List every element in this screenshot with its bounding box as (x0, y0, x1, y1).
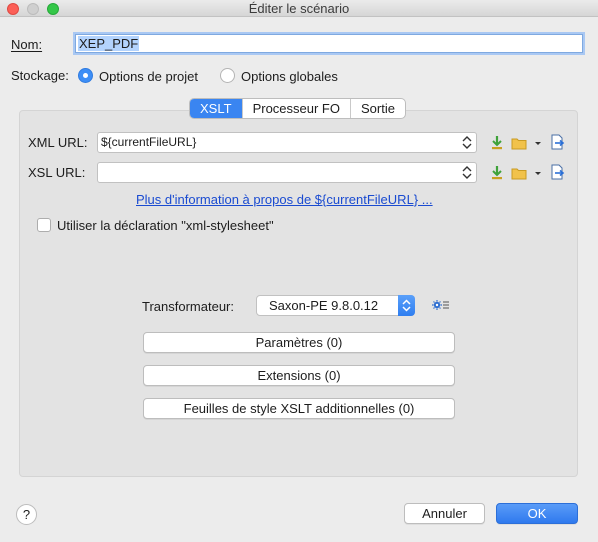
settings-tabs: XSLT Processeur FO Sortie (189, 98, 406, 119)
xml-url-input[interactable]: ${currentFileURL} (97, 132, 477, 153)
chevron-updown-icon (402, 299, 411, 312)
insert-editor-variable-icon[interactable] (489, 165, 505, 181)
cancel-button[interactable]: Annuler (404, 503, 485, 524)
global-options-radio[interactable] (220, 68, 235, 83)
transformer-select[interactable]: Saxon-PE 9.8.0.12 (256, 295, 415, 316)
parameters-button[interactable]: Paramètres (0) (143, 332, 455, 353)
help-button[interactable]: ? (16, 504, 37, 525)
insert-editor-variable-icon[interactable] (489, 135, 505, 151)
transformer-settings-gear-icon[interactable] (432, 299, 450, 311)
open-in-editor-icon[interactable] (549, 164, 565, 180)
extensions-button[interactable]: Extensions (0) (143, 365, 455, 386)
xml-url-combo-arrows-icon[interactable] (460, 135, 474, 150)
project-options-radio[interactable] (78, 68, 93, 83)
tab-fo-processor[interactable]: Processeur FO (243, 99, 351, 118)
xsl-url-combo-arrows-icon[interactable] (460, 165, 474, 180)
open-in-editor-icon[interactable] (549, 134, 565, 150)
xsl-url-input[interactable] (97, 162, 477, 183)
xml-url-value: ${currentFileURL} (101, 135, 197, 149)
edit-scenario-dialog: Éditer le scénario Nom: XEP_PDF Stockage… (0, 0, 598, 542)
browse-folder-icon[interactable] (511, 135, 527, 151)
name-field[interactable]: XEP_PDF (75, 34, 583, 53)
transformer-value: Saxon-PE 9.8.0.12 (269, 298, 379, 313)
tab-xslt[interactable]: XSLT (190, 99, 243, 118)
xml-stylesheet-label[interactable]: Utiliser la déclaration "xml-stylesheet" (57, 218, 274, 233)
more-info-link[interactable]: Plus d'information à propos de ${current… (136, 192, 433, 207)
name-value: XEP_PDF (78, 36, 140, 51)
select-arrows[interactable] (398, 295, 415, 316)
transformer-label: Transformateur: (142, 299, 234, 314)
browse-dropdown-chevron-down-icon[interactable] (533, 135, 543, 151)
name-label: Nom: (11, 37, 43, 52)
storage-label: Stockage: (11, 68, 69, 83)
xml-url-label: XML URL: (28, 135, 88, 150)
xsl-url-label: XSL URL: (28, 165, 86, 180)
window-title: Éditer le scénario (248, 1, 350, 16)
xml-stylesheet-checkbox[interactable] (37, 218, 51, 232)
project-options-label[interactable]: Options de projet (99, 69, 198, 84)
tab-output[interactable]: Sortie (351, 99, 405, 118)
ok-button[interactable]: OK (496, 503, 578, 524)
title-bar: Éditer le scénario (0, 0, 598, 17)
additional-xslt-stylesheets-button[interactable]: Feuilles de style XSLT additionnelles (0… (143, 398, 455, 419)
browse-folder-icon[interactable] (511, 165, 527, 181)
global-options-label[interactable]: Options globales (241, 69, 338, 84)
browse-dropdown-chevron-down-icon[interactable] (533, 165, 543, 181)
